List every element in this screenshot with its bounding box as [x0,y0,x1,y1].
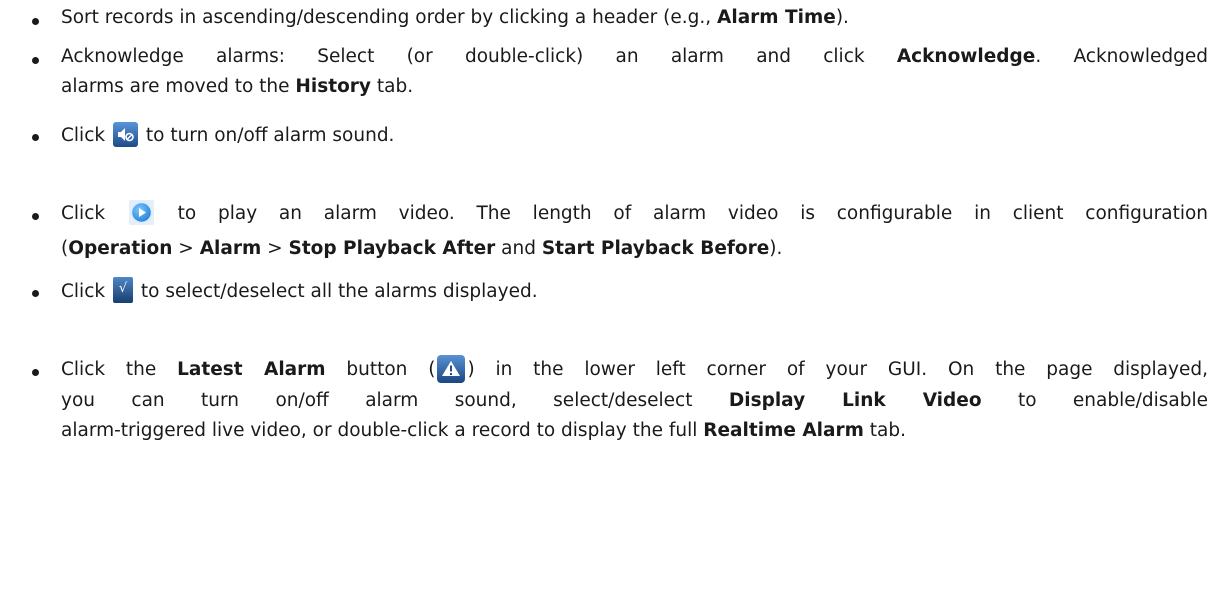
ui-term-history: History [295,76,371,97]
item-text-line2: (Operation > Alarm > Stop Playback After… [61,238,783,259]
bullet [32,57,39,64]
ui-term-stop-playback-after: Stop Playback After [288,238,496,259]
bullet [32,369,39,376]
latest-alarm-warning-icon [437,355,466,383]
bullet [32,213,39,220]
item-text-line1: Click the Latest Alarm button ( ) in the… [61,355,1208,383]
bullet [32,18,39,25]
play-video-icon [128,200,154,225]
item-text-line1: Acknowledge alarms: Select (or double-cl… [61,46,1208,67]
item-text-line2: alarms are moved to the History tab. [61,76,414,97]
bullet [32,134,39,141]
ui-term-latest-alarm: Latest Alarm [177,359,326,380]
ui-term-operation: Operation [68,238,173,259]
item-text-line2: you can turn on/off alarm sound, select/… [61,390,1208,411]
sound-toggle-icon [112,122,138,147]
bullet [32,290,39,297]
svg-text:√: √ [119,281,128,296]
item-text-line1: Click to play an alarm video. The length… [61,200,1208,226]
item-text-line3: alarm-triggered live video, or double-cl… [61,420,906,441]
ui-term-display-link-video: Display Link Video [728,390,982,411]
item-text: Click √ to select/deselect all the alarm… [61,277,538,304]
ui-term-acknowledge: Acknowledge [896,46,1036,67]
ui-term-start-playback-before: Start Playback Before [541,238,770,259]
item-text: Click to turn on/off alarm sound. [61,122,394,148]
ui-term-realtime-alarm: Realtime Alarm [703,420,864,441]
item-text: Sort records in ascending/descending ord… [61,7,849,28]
ui-term-alarm-time: Alarm Time [717,7,836,28]
select-all-check-icon: √ [112,277,133,303]
ui-term-alarm: Alarm [199,238,262,259]
